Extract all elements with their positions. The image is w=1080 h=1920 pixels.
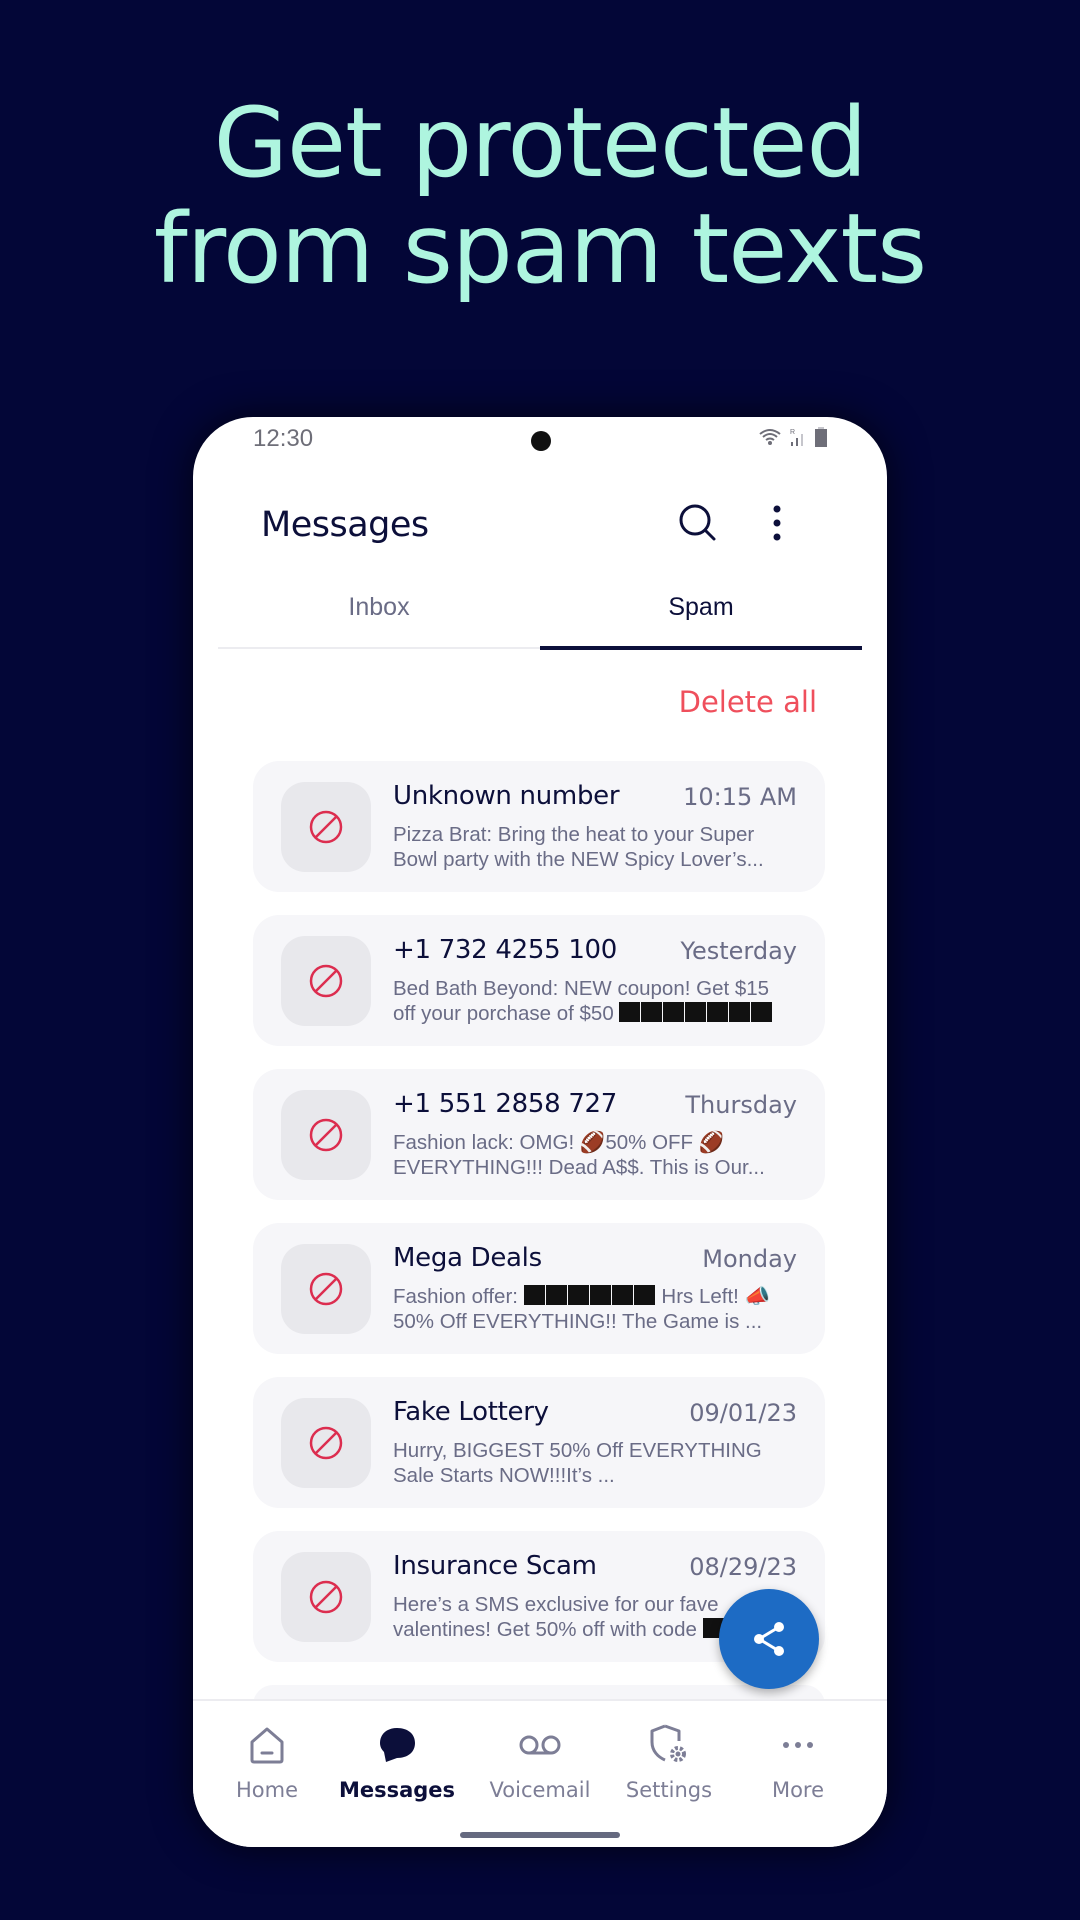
app-bar: Messages (193, 477, 887, 577)
nav-home[interactable]: Home (203, 1701, 331, 1821)
avatar (281, 1244, 371, 1334)
signal-icon: R (790, 429, 803, 446)
nav-voicemail-label: Voicemail (489, 1778, 591, 1802)
gesture-home-bar[interactable] (460, 1832, 620, 1838)
more-vert-icon[interactable] (771, 503, 783, 543)
message-item[interactable]: Mega Deals Monday Fashion offer: Hrs Lef… (253, 1223, 825, 1354)
more-horiz-icon (783, 1742, 813, 1748)
message-preview: Fashion offer: Hrs Left! 📣 50% Off EVERY… (393, 1285, 771, 1333)
shield-gear-icon (650, 1724, 686, 1762)
sender-name: Insurance Scam (393, 1551, 597, 1581)
page-title: Messages (261, 505, 429, 545)
wifi-icon (759, 429, 781, 445)
avatar (281, 936, 371, 1026)
voicemail-icon (519, 1735, 561, 1755)
nav-messages[interactable]: Messages (333, 1701, 461, 1821)
share-icon (754, 1622, 784, 1656)
sender-name: Unknown number (393, 781, 620, 811)
message-date: Monday (702, 1245, 797, 1273)
message-preview: Fashion lack: OMG! 🏈50% OFF 🏈 EVERYTHING… (393, 1131, 765, 1179)
blocked-icon (309, 1426, 343, 1460)
sender-name: +1 732 4255 100 (393, 935, 618, 965)
message-date: 10:15 AM (683, 783, 797, 811)
redacted-blocks (523, 1285, 656, 1308)
svg-text:R: R (790, 429, 795, 436)
delete-all-button[interactable]: Delete all (679, 685, 817, 719)
nav-voicemail[interactable]: Voicemail (476, 1701, 604, 1821)
avatar (281, 1090, 371, 1180)
message-item[interactable]: +1 551 2858 727 Thursday Fashion lack: O… (253, 1069, 825, 1200)
nav-more[interactable]: More (734, 1701, 862, 1821)
status-time: 12:30 (253, 425, 314, 452)
message-preview: Bed Bath Beyond: NEW coupon! Get $15 off… (393, 976, 803, 1026)
message-date: 09/01/23 (689, 1399, 797, 1427)
message-date: Thursday (685, 1091, 797, 1119)
sender-name: Mega Deals (393, 1243, 542, 1273)
battery-icon (815, 427, 827, 447)
sender-name: +1 551 2858 727 (393, 1089, 618, 1119)
tab-spam[interactable]: Spam (540, 567, 862, 650)
share-button[interactable] (719, 1589, 819, 1689)
message-preview: Hurry, BIGGEST 50% Off EVERYTHING Sale S… (393, 1439, 762, 1487)
redacted-blocks (619, 1002, 773, 1025)
promo-headline: Get protected from spam texts (0, 90, 1080, 302)
blocked-icon (309, 1272, 343, 1306)
blocked-icon (309, 810, 343, 844)
tab-inbox[interactable]: Inbox (218, 567, 540, 647)
avatar (281, 1552, 371, 1642)
home-icon (250, 1727, 284, 1764)
message-date: 08/29/23 (689, 1553, 797, 1581)
nav-settings[interactable]: Settings (605, 1701, 733, 1821)
message-item[interactable]: Fake Lottery 09/01/23 Hurry, BIGGEST 50%… (253, 1377, 825, 1508)
blocked-icon (309, 1118, 343, 1152)
sender-name: Fake Lottery (393, 1397, 549, 1427)
bottom-nav: Home Messages Voicemail Settings More (193, 1699, 887, 1847)
message-bubble-icon (380, 1728, 415, 1762)
promo-headline-line2: from spam texts (153, 193, 927, 305)
message-item[interactable]: Unknown number 10:15 AM Pizza Brat: Brin… (253, 761, 825, 892)
phone-screen: 12:30 R Messages Inbox Spam Delete all U… (193, 417, 887, 1847)
message-item[interactable]: +1 732 4255 100 Yesterday Bed Bath Beyon… (253, 915, 825, 1046)
promo-headline-line1: Get protected (213, 87, 868, 199)
nav-more-label: More (771, 1778, 825, 1802)
nav-settings-label: Settings (625, 1778, 713, 1802)
blocked-icon (309, 964, 343, 998)
search-icon[interactable] (678, 503, 718, 543)
message-preview: Pizza Brat: Bring the heat to your Super… (393, 823, 764, 871)
tab-bar: Inbox Spam (218, 567, 862, 650)
avatar (281, 1398, 371, 1488)
nav-home-label: Home (235, 1778, 298, 1802)
front-camera (531, 431, 551, 451)
message-date: Yesterday (680, 937, 797, 965)
blocked-icon (309, 1580, 343, 1614)
nav-messages-label: Messages (338, 1778, 456, 1802)
avatar (281, 782, 371, 872)
status-bar: 12:30 R (193, 417, 887, 465)
